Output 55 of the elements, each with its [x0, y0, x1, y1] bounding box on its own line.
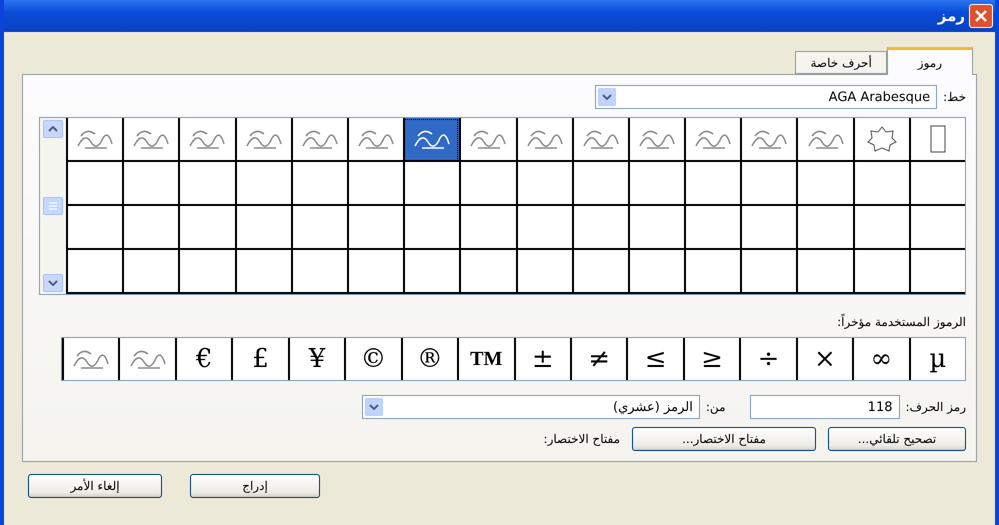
rectangle-icon	[930, 125, 946, 153]
shortcut-button[interactable]: مفتاح الاختصار...	[632, 427, 816, 451]
symbol-cell[interactable]	[459, 118, 516, 162]
close-icon	[974, 9, 988, 23]
symbol-cell[interactable]	[178, 118, 235, 162]
recent-cell[interactable]: ¥	[288, 338, 344, 380]
char-code-field[interactable]: 118	[750, 395, 900, 419]
recent-cell[interactable]: ±	[514, 338, 570, 380]
grip-icon	[48, 202, 58, 210]
tab[interactable]: أحرف خاصة	[795, 51, 887, 74]
recent-cell[interactable]: ×	[796, 338, 852, 380]
from-select[interactable]: الرمز (عشري)	[362, 395, 700, 419]
recent-label: الرموز المستخدمة مؤخراً:	[836, 315, 966, 329]
up-icon	[48, 126, 58, 132]
shortcut-label: مفتاح الاختصار:	[544, 432, 620, 446]
recent-cell[interactable]: ©	[344, 338, 401, 380]
close-button[interactable]	[969, 4, 993, 28]
shortcut-button[interactable]: تصحيح تلقائي...	[828, 427, 966, 451]
caret-icon	[368, 404, 379, 410]
insert-button[interactable]: إدراج	[190, 474, 320, 498]
cancel-button[interactable]: إلغاء الأمر	[28, 474, 162, 498]
recent-cell[interactable]: ≤	[626, 338, 683, 380]
symbol-cell[interactable]	[403, 118, 460, 162]
symbol-cell[interactable]	[572, 118, 628, 162]
from-label: من:	[706, 400, 726, 414]
recent-cell[interactable]: µ	[908, 338, 965, 380]
symbol-cell[interactable]	[796, 118, 853, 162]
recent-cell[interactable]: ≠	[570, 338, 626, 380]
scrollbar[interactable]	[40, 118, 66, 294]
star-icon	[866, 125, 897, 153]
symbol-cell[interactable]	[234, 118, 291, 162]
recent-cell[interactable]: TM	[457, 338, 514, 380]
symbol-cell[interactable]	[852, 118, 909, 162]
symbol-cell[interactable]	[66, 118, 122, 162]
font-select[interactable]: AGA Arabesque	[595, 85, 938, 109]
symbol-cell[interactable]	[740, 118, 796, 162]
symbol-cell[interactable]	[516, 118, 572, 162]
symbol-cell[interactable]	[122, 118, 178, 162]
symbol-cell[interactable]	[684, 118, 740, 162]
recent-cell[interactable]: ®	[400, 338, 458, 380]
window-title: رمز	[938, 7, 965, 25]
symbol-cell[interactable]	[908, 118, 965, 162]
recent-cell[interactable]: £	[231, 338, 288, 380]
recent-cell[interactable]: ∞	[852, 338, 909, 380]
symbol-cell[interactable]	[346, 118, 404, 162]
symbol-cell[interactable]	[290, 118, 347, 162]
recent-cell[interactable]: ≥	[682, 338, 740, 380]
down-icon	[48, 280, 58, 286]
recent-cell[interactable]: ÷	[739, 338, 796, 380]
recent-cell[interactable]: €	[174, 338, 232, 380]
caret-icon	[602, 94, 612, 100]
font-label: خط:	[943, 90, 966, 104]
tab[interactable]: رموز	[886, 47, 973, 75]
char-code-label: رمز الحرف:	[906, 400, 966, 414]
symbol-cell[interactable]	[628, 118, 684, 162]
